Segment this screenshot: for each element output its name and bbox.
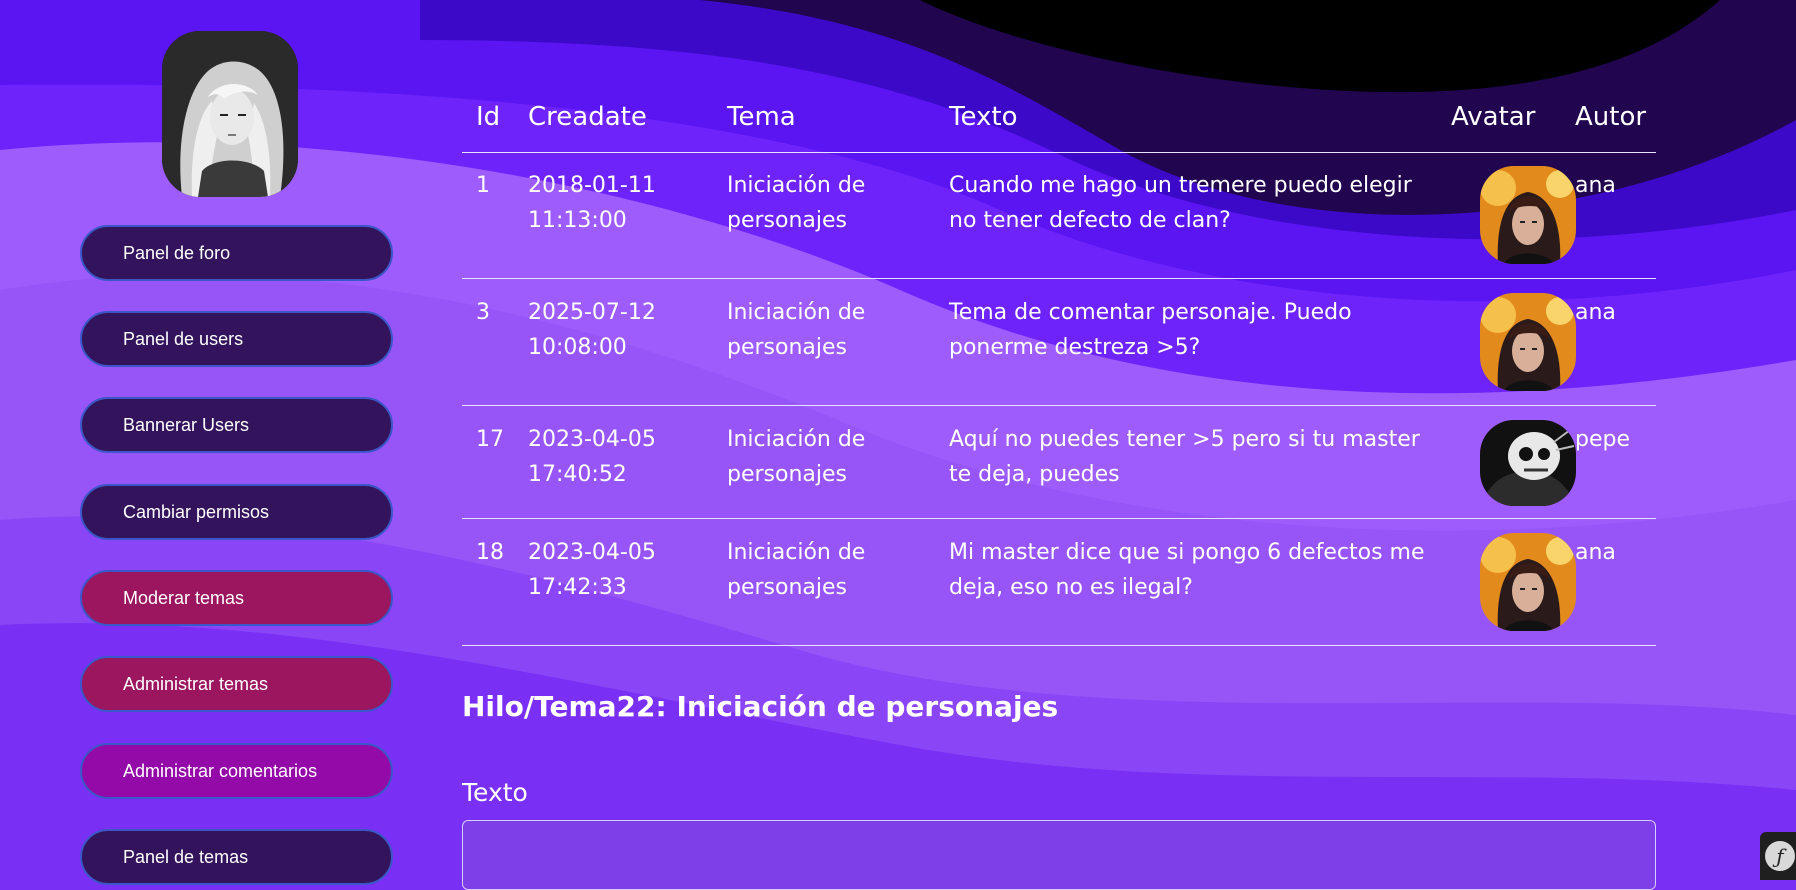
nav-label: Moderar temas — [123, 587, 245, 608]
symfony-icon: ƒ — [1765, 841, 1795, 871]
nav-panel-de-temas-button[interactable]: Panel de temas — [80, 829, 393, 885]
logo — [162, 31, 298, 197]
cell-id: 17 — [476, 427, 504, 452]
header-avatar: Avatar — [1451, 102, 1536, 132]
cell-created: 2018-01-11 11:13:00 — [528, 173, 656, 233]
header-autor: Autor — [1575, 102, 1647, 132]
cell-autor: ana — [1575, 300, 1616, 325]
cell-id: 3 — [476, 300, 490, 325]
table-row: 17 2023-04-05 17:40:52 Iniciación de perso… — [462, 406, 1656, 519]
cell-tema: Iniciación de personajes — [727, 540, 866, 600]
nav-label: Panel de temas — [123, 846, 249, 867]
ana-avatar-icon — [1480, 166, 1576, 264]
ana-avatar-icon — [1480, 293, 1576, 391]
nav-administrar-comentarios-button[interactable]: Administrar comentarios — [80, 743, 393, 799]
header-tema: Tema — [727, 102, 796, 132]
cell-tema: Iniciación de personajes — [727, 427, 866, 487]
cell-autor: pepe — [1575, 427, 1630, 452]
symfony-toolbar-toggle[interactable]: ƒ — [1760, 832, 1796, 880]
header-id: Id — [476, 102, 501, 132]
table-row: 1 2018-01-11 11:13:00 Iniciación de person… — [462, 152, 1656, 279]
nav-label: Panel de users — [123, 328, 244, 349]
avatar — [1480, 420, 1576, 506]
nav-cambiar-permisos-button[interactable]: Cambiar permisos — [80, 484, 393, 540]
cell-texto: Mi master dice que si pongo 6 defectos m… — [949, 540, 1425, 600]
table-row: 18 2023-04-05 17:42:33 Iniciación de perso… — [462, 519, 1656, 646]
cell-texto: Aquí no puedes tener >5 pero si tu maste… — [949, 427, 1420, 487]
nav-label: Administrar comentarios — [123, 760, 318, 781]
nav-panel-de-users-button[interactable]: Panel de users — [80, 311, 393, 367]
table-header: Id Creadate Tema Texto Avatar Autor — [462, 88, 1656, 153]
cell-id: 1 — [476, 173, 490, 198]
cell-texto: Tema de comentar personaje. Puedo ponerm… — [949, 300, 1352, 360]
pepe-avatar-icon — [1480, 420, 1576, 506]
nav-label: Administrar temas — [123, 673, 269, 694]
table-row: 3 2025-07-12 10:08:00 Iniciación de person… — [462, 279, 1656, 406]
nav-administrar-temas-button[interactable]: Administrar temas — [80, 656, 393, 712]
avatar — [1480, 533, 1576, 631]
cell-texto: Cuando me hago un tremere puedo elegir n… — [949, 173, 1412, 233]
sidebar: Panel de foro Panel de users Bannerar Us… — [0, 0, 420, 885]
nav-label: Cambiar permisos — [123, 501, 270, 522]
nav-label: Panel de foro — [123, 242, 231, 263]
nav-label: Bannerar Users — [123, 414, 250, 435]
cell-created: 2023-04-05 17:42:33 — [528, 540, 656, 600]
cell-tema: Iniciación de personajes — [727, 173, 866, 233]
section-title: Hilo/Tema22: Iniciación de personajes — [462, 690, 1059, 723]
nav-bannerar-users-button[interactable]: Bannerar Users — [80, 397, 393, 453]
cell-created: 2023-04-05 17:40:52 — [528, 427, 656, 487]
texto-field-label: Texto — [462, 778, 528, 807]
ana-avatar-icon — [1480, 533, 1576, 631]
anime-girl-logo-icon — [162, 31, 298, 197]
avatar — [1480, 293, 1576, 391]
header-texto: Texto — [949, 102, 1018, 132]
cell-tema: Iniciación de personajes — [727, 300, 866, 360]
cell-autor: ana — [1575, 173, 1616, 198]
header-created: Creadate — [528, 102, 647, 132]
cell-autor: ana — [1575, 540, 1616, 565]
nav-moderar-temas-button[interactable]: Moderar temas — [80, 570, 393, 626]
cell-id: 18 — [476, 540, 504, 565]
avatar — [1480, 166, 1576, 264]
nav-panel-de-foro-button[interactable]: Panel de foro — [80, 225, 393, 281]
cell-created: 2025-07-12 10:08:00 — [528, 300, 656, 360]
